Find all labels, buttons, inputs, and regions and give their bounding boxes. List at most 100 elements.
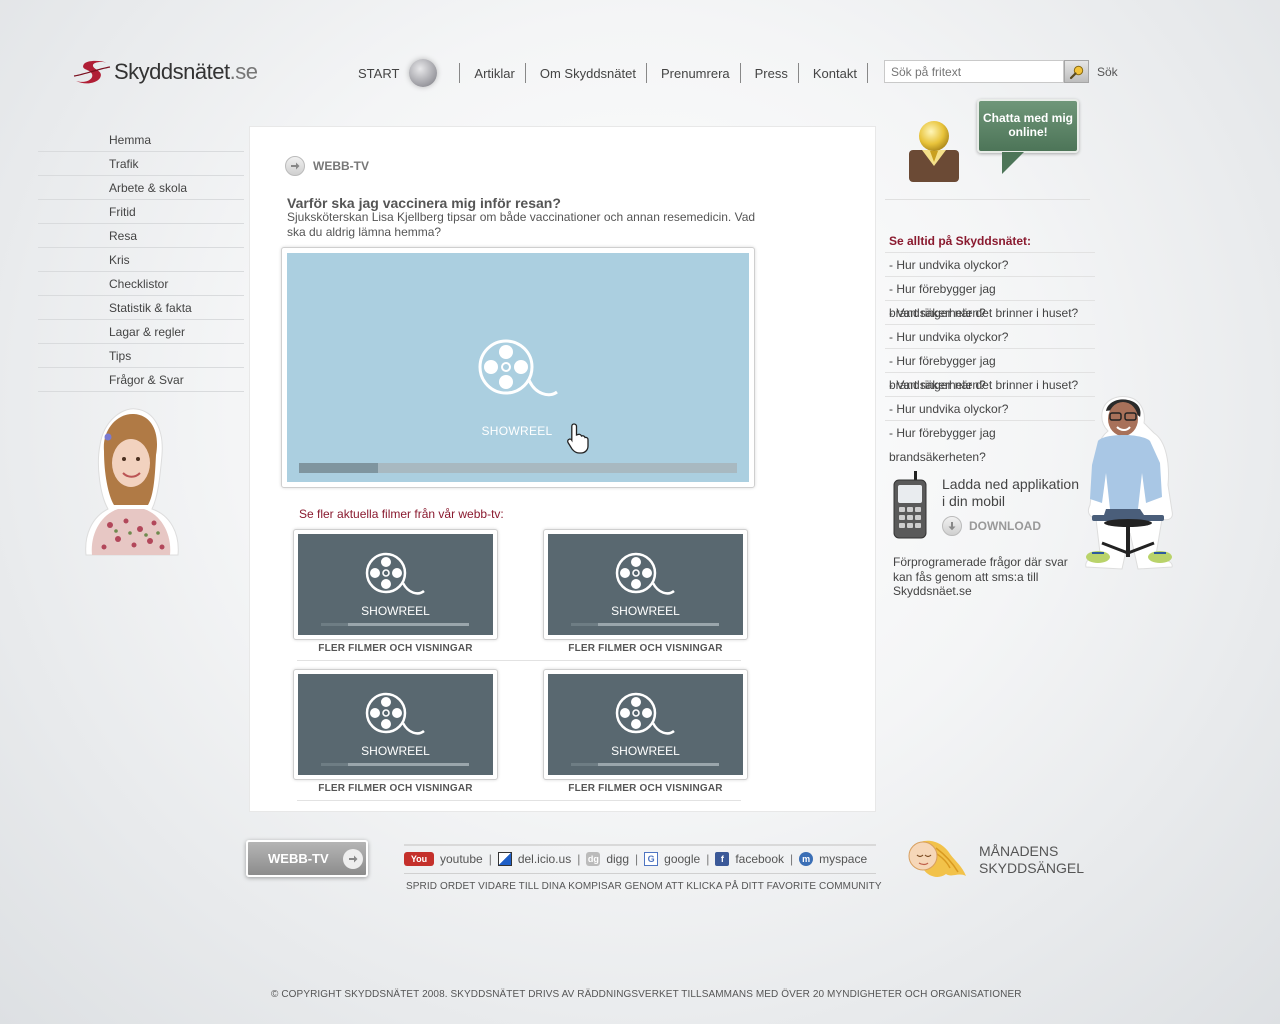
youtube-icon: You (404, 852, 434, 866)
sidebar-nav: Hemma Trafik Arbete & skola Fritid Resa … (38, 128, 244, 392)
sidebar-item-kris[interactable]: Kris (38, 248, 244, 272)
see-always-list: - Hur undvika olyckor? - Hur förebygger … (885, 252, 1095, 464)
search-button[interactable] (1064, 60, 1089, 83)
thumbnail-progress-fill (571, 763, 598, 766)
app-title-line2: i din mobil (942, 493, 1006, 509)
facebook-icon: f (715, 852, 730, 866)
angel-face-icon[interactable] (906, 836, 968, 887)
see-link[interactable]: - Hur förebygger jag brandsäkerheten? (885, 420, 1095, 464)
see-link[interactable]: - Hur förebygger jag brandsäkerheten? (885, 348, 1095, 392)
sidebar-item-checklistor[interactable]: Checklistor (38, 272, 244, 296)
search-label[interactable]: Sök (1097, 65, 1118, 79)
social-separator: | (577, 852, 581, 866)
social-separator: | (488, 852, 492, 866)
angel-line2: SKYDDSÄNGEL (979, 860, 1085, 876)
sidebar-item-trafik[interactable]: Trafik (38, 152, 244, 176)
see-link[interactable]: - Vart ringer när det brinner i huset? (885, 300, 1095, 324)
see-link[interactable]: - Hur förebygger jag brandsäkerheten? (885, 276, 1095, 320)
chat-agent-avatar[interactable] (908, 120, 960, 187)
search-icon (1069, 65, 1083, 79)
social-divider (404, 844, 876, 846)
social-label: myspace (819, 852, 868, 866)
film-reel-icon (365, 552, 427, 601)
thumbnail-progress-bar (321, 623, 469, 626)
video-progress-fill (299, 463, 378, 473)
sidebar-item-tips[interactable]: Tips (38, 344, 244, 368)
see-link[interactable]: - Vart ringer när det brinner i huset? (885, 372, 1095, 396)
thumbnail-progress-bar (571, 623, 719, 626)
nav-item-press[interactable]: Press (739, 63, 798, 83)
thumbnail-label: SHOWREEL (361, 744, 430, 758)
more-films-link[interactable]: FLER FILMER OCH VISNINGAR (543, 643, 748, 654)
google-icon: G (644, 852, 659, 866)
myspace-icon: m (799, 852, 814, 866)
webbtv-button[interactable]: WEBB-TV (246, 840, 368, 877)
arrow-right-icon (285, 156, 305, 176)
film-reel-icon (615, 552, 677, 601)
logo-text: Skyddsnätet (114, 59, 230, 84)
social-delicious[interactable]: del.icio.us (497, 852, 572, 866)
logo-mark-icon (72, 57, 112, 87)
see-link[interactable]: - Hur undvika olyckor? (885, 324, 1095, 348)
more-films-link[interactable]: FLER FILMER OCH VISNINGAR (543, 783, 748, 794)
see-always-title: Se alltid på Skyddsnätet: (889, 234, 1032, 248)
video-title: Varför ska jag vaccinera mig inför resan… (287, 195, 561, 211)
thumbnail-progress-fill (321, 763, 348, 766)
sidebar-item-fragor[interactable]: Frågor & Svar (38, 368, 244, 392)
start-orb-icon[interactable] (409, 59, 438, 87)
more-films-link[interactable]: FLER FILMER OCH VISNINGAR (293, 643, 498, 654)
right-divider (885, 199, 1090, 200)
nav-start[interactable]: START (358, 66, 399, 81)
thumbnail-progress-fill (321, 623, 348, 626)
digg-icon: dg (586, 852, 601, 866)
nav-item-prenumrera[interactable]: Prenumrera (645, 63, 740, 83)
arrow-right-icon (342, 848, 363, 869)
social-google[interactable]: G google (644, 852, 700, 866)
social-divider (404, 873, 876, 874)
video-progress-bar[interactable] (299, 463, 737, 473)
app-description: Förprogramerade frågor där svar kan fås … (893, 555, 1068, 598)
sidebar-item-arbete-skola[interactable]: Arbete & skola (38, 176, 244, 200)
more-videos-label: Se fler aktuella filmer från vår webb-tv… (299, 507, 504, 521)
see-link[interactable]: - Hur undvika olyckor? (885, 396, 1095, 420)
sidebar-item-fritid[interactable]: Fritid (38, 200, 244, 224)
mobile-phone-icon (892, 471, 928, 542)
thumbnail-label: SHOWREEL (611, 744, 680, 758)
thumbnail-label: SHOWREEL (361, 604, 430, 618)
sidebar-item-lagar[interactable]: Lagar & regler (38, 320, 244, 344)
nav-item-kontakt[interactable]: Kontakt (797, 63, 868, 83)
nav-item-om[interactable]: Om Skyddsnätet (524, 63, 646, 83)
social-digg[interactable]: dg digg (586, 852, 629, 866)
logo-tld: .se (229, 59, 258, 84)
copyright-text: © COPYRIGHT SKYDDSNÄTET 2008. SKYDDSNÄTE… (271, 989, 1022, 1000)
girl-photo (78, 405, 184, 568)
hand-cursor-icon (566, 422, 592, 457)
thumbnail-label: SHOWREEL (611, 604, 680, 618)
social-label: del.icio.us (517, 852, 572, 866)
thumb-row-divider (297, 660, 741, 661)
nav-item-artiklar[interactable]: Artiklar (459, 63, 524, 83)
social-separator: | (790, 852, 794, 866)
video-description: Sjuksköterskan Lisa Kjellberg tipsar om … (287, 210, 756, 239)
player-label: SHOWREEL (481, 424, 553, 438)
social-facebook[interactable]: f facebook (715, 852, 784, 866)
download-arrow-icon (942, 516, 962, 536)
social-myspace[interactable]: m myspace (799, 852, 867, 866)
thumbnail-progress-bar (321, 763, 469, 766)
monthly-angel-title[interactable]: MÅNADENS SKYDDSÄNGEL (979, 843, 1084, 877)
sidebar-item-hemma[interactable]: Hemma (38, 128, 244, 152)
search-input[interactable] (884, 60, 1064, 83)
more-films-link[interactable]: FLER FILMER OCH VISNINGAR (293, 783, 498, 794)
see-link[interactable]: - Hur undvika olyckor? (885, 252, 1095, 276)
sidebar-item-resa[interactable]: Resa (38, 224, 244, 248)
download-button[interactable]: DOWNLOAD (942, 516, 1041, 536)
boy-photo (1082, 393, 1176, 574)
social-youtube[interactable]: You youtube (404, 852, 483, 866)
download-label: DOWNLOAD (969, 519, 1041, 533)
chat-online-button[interactable]: Chatta med mig online! (977, 99, 1079, 153)
thumbnail-progress-fill (571, 623, 598, 626)
site-logo[interactable]: Skyddsnätet.se (72, 55, 258, 89)
social-bookmarks: You youtube | del.icio.us | dg digg | G … (404, 850, 867, 868)
angel-line1: MÅNADENS (979, 843, 1059, 859)
sidebar-item-statistik[interactable]: Statistik & fakta (38, 296, 244, 320)
